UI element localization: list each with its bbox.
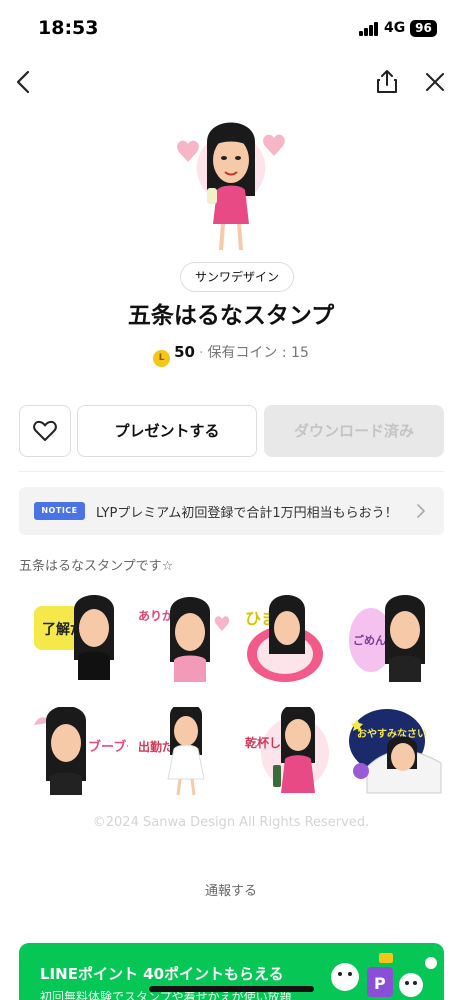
notice-tag: NOTICE xyxy=(34,502,85,520)
chevron-left-icon xyxy=(16,70,30,94)
svg-text:P: P xyxy=(374,974,386,993)
sticker-caption: おやすみなさい xyxy=(357,728,427,740)
back-button[interactable] xyxy=(12,68,38,96)
download-button[interactable]: ダウンロード済み xyxy=(264,405,444,457)
status-time: 18:53 xyxy=(38,17,99,39)
notice-banner[interactable]: NOTICE LYPプレミアム初回登録で合計1万円相当もらおう！ xyxy=(19,487,444,535)
owned-coins: 保有コイン : 15 xyxy=(207,345,309,361)
sticker-item[interactable]: ひま xyxy=(243,594,339,684)
report-link[interactable]: 通報する xyxy=(0,880,462,899)
sticker-item[interactable]: 出勤だよん xyxy=(136,707,232,797)
divider xyxy=(19,471,444,472)
share-button[interactable] xyxy=(374,68,400,96)
price-value: 50 xyxy=(174,343,195,361)
home-indicator[interactable] xyxy=(149,986,314,992)
close-icon xyxy=(426,73,444,91)
sticker-item[interactable]: ありがちょ xyxy=(136,594,232,684)
price-row: L 50 · 保有コイン : 15 xyxy=(0,342,462,367)
favorite-button[interactable] xyxy=(19,405,71,457)
sticker-item[interactable]: おやすみなさい xyxy=(347,707,443,797)
sticker-caption: ブーブー xyxy=(88,739,128,755)
page-title: 五条はるなスタンプ xyxy=(127,303,335,329)
status-bar: 18:53 4G 96 xyxy=(0,0,462,58)
close-button[interactable] xyxy=(423,70,447,94)
sticker-item[interactable]: 乾杯しよ xyxy=(243,707,339,797)
notice-text: LYPプレミアム初回登録で合計1万円相当もらおう！ xyxy=(96,506,398,521)
network-label: 4G xyxy=(384,20,406,36)
sticker-item[interactable]: ブーブー xyxy=(32,707,128,797)
main-sticker-image xyxy=(177,122,285,251)
heart-icon xyxy=(33,420,57,441)
sticker-item[interactable]: 了解だにゃ xyxy=(32,594,128,684)
battery-icon: 96 xyxy=(410,20,437,37)
creator-chip[interactable]: サンワデザイン xyxy=(180,262,295,292)
banner-title: LINEポイント 40ポイントもらえる xyxy=(40,965,284,983)
gift-button[interactable]: プレゼントする xyxy=(77,405,257,457)
sticker-item[interactable]: ごめんね xyxy=(347,594,443,684)
pack-description: 五条はるなスタンプです☆ xyxy=(19,559,174,574)
coin-icon: L xyxy=(153,350,171,367)
banner-illustration: P xyxy=(331,953,437,997)
share-icon xyxy=(377,70,397,93)
signal-icon xyxy=(359,22,379,36)
copyright-text: ©2024 Sanwa Design All Rights Reserved. xyxy=(92,815,370,830)
chevron-right-icon xyxy=(417,504,425,518)
